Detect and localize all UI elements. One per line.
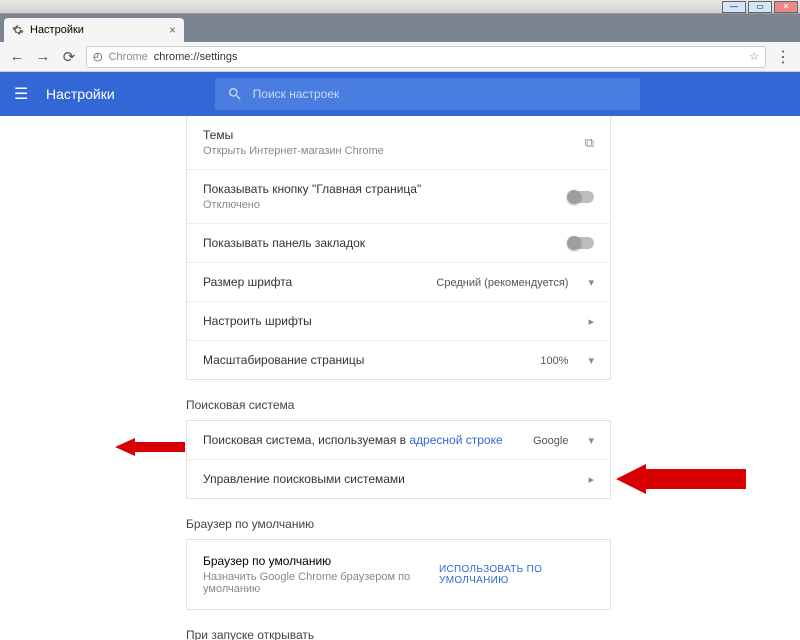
chevron-down-icon: ▾ (588, 355, 594, 367)
manage-engines-label: Управление поисковыми системами (203, 472, 405, 486)
font-size-label: Размер шрифта (203, 275, 292, 289)
tab-title: Настройки (30, 24, 84, 36)
startup-section-title: При запуске открывать (186, 628, 611, 640)
page-zoom-row[interactable]: Масштабирование страницы 100% ▾ (187, 341, 610, 379)
default-browser-section-title: Браузер по умолчанию (186, 517, 611, 531)
search-engine-row[interactable]: Поисковая система, используемая в адресн… (187, 421, 610, 460)
gear-icon (12, 24, 24, 36)
chevron-down-icon: ▾ (588, 435, 594, 447)
settings-search[interactable] (215, 78, 640, 110)
home-button-toggle[interactable] (568, 191, 594, 203)
customize-fonts-label: Настроить шрифты (203, 314, 312, 328)
page-zoom-label: Масштабирование страницы (203, 353, 364, 367)
home-button-sublabel: Отключено (203, 199, 421, 211)
omnibox-protocol: Chrome (109, 51, 148, 63)
window-close[interactable]: ✕ (774, 1, 798, 13)
window-maximize[interactable]: ▭ (748, 1, 772, 13)
page-zoom-value: 100% (540, 355, 568, 367)
window-titlebar: — ▭ ✕ (0, 0, 800, 14)
chrome-icon: ◴ (93, 50, 103, 63)
font-size-row[interactable]: Размер шрифта Средний (рекомендуется) ▾ (187, 263, 610, 302)
search-section-title: Поисковая система (186, 398, 611, 412)
reload-button[interactable]: ⟳ (60, 48, 78, 66)
address-bar-link[interactable]: адресной строке (409, 433, 502, 447)
home-button-row: Показывать кнопку "Главная страница" Отк… (187, 170, 610, 224)
browser-tab-settings[interactable]: Настройки × (4, 18, 184, 42)
font-size-value: Средний (рекомендуется) (436, 277, 568, 289)
address-bar: ← → ⟳ ◴ Chrome chrome://settings ☆ ⋮ (0, 42, 800, 72)
tab-close-icon[interactable]: × (169, 23, 176, 37)
bookmark-star-icon[interactable]: ☆ (749, 50, 759, 63)
home-button-label: Показывать кнопку "Главная страница" (203, 182, 421, 196)
forward-button[interactable]: → (34, 48, 52, 66)
settings-scroll[interactable]: Темы Открыть Интернет-магазин Chrome ⧉ П… (0, 116, 800, 640)
themes-sublabel: Открыть Интернет-магазин Chrome (203, 145, 384, 157)
themes-row[interactable]: Темы Открыть Интернет-магазин Chrome ⧉ (187, 116, 610, 170)
default-browser-row: Браузер по умолчанию Назначить Google Ch… (187, 540, 610, 609)
default-browser-card: Браузер по умолчанию Назначить Google Ch… (186, 539, 611, 610)
external-link-icon: ⧉ (585, 135, 594, 151)
bookmarks-bar-label: Показывать панель закладок (203, 236, 365, 250)
chevron-right-icon: ▸ (588, 315, 594, 328)
search-input[interactable] (253, 87, 628, 101)
search-icon (227, 86, 243, 102)
bookmarks-bar-row: Показывать панель закладок (187, 224, 610, 263)
page-title: Настройки (46, 86, 115, 102)
back-button[interactable]: ← (8, 48, 26, 66)
omnibox-url: chrome://settings (154, 51, 238, 63)
menu-icon[interactable]: ☰ (14, 84, 34, 104)
window-minimize[interactable]: — (722, 1, 746, 13)
search-engine-value: Google (533, 435, 568, 447)
customize-fonts-row[interactable]: Настроить шрифты ▸ (187, 302, 610, 341)
default-browser-sublabel: Назначить Google Chrome браузером по умо… (203, 571, 439, 595)
omnibox[interactable]: ◴ Chrome chrome://settings ☆ (86, 46, 766, 68)
make-default-button[interactable]: ИСПОЛЬЗОВАТЬ ПО УМОЛЧАНИЮ (439, 564, 594, 586)
tab-strip: Настройки × (0, 14, 800, 42)
themes-label: Темы (203, 128, 384, 142)
chevron-down-icon: ▾ (588, 277, 594, 289)
settings-header: ☰ Настройки (0, 72, 800, 116)
search-card: Поисковая система, используемая в адресн… (186, 420, 611, 499)
search-engine-label: Поисковая система, используемая в адресн… (203, 433, 503, 447)
default-browser-label: Браузер по умолчанию (203, 554, 439, 568)
chevron-right-icon: ▸ (588, 473, 594, 486)
browser-menu-icon[interactable]: ⋮ (774, 47, 792, 67)
manage-engines-row[interactable]: Управление поисковыми системами ▸ (187, 460, 610, 498)
appearance-card: Темы Открыть Интернет-магазин Chrome ⧉ П… (186, 116, 611, 380)
content-area: ☰ Настройки Темы Открыть Интернет-магази… (0, 72, 800, 640)
bookmarks-bar-toggle[interactable] (568, 237, 594, 249)
